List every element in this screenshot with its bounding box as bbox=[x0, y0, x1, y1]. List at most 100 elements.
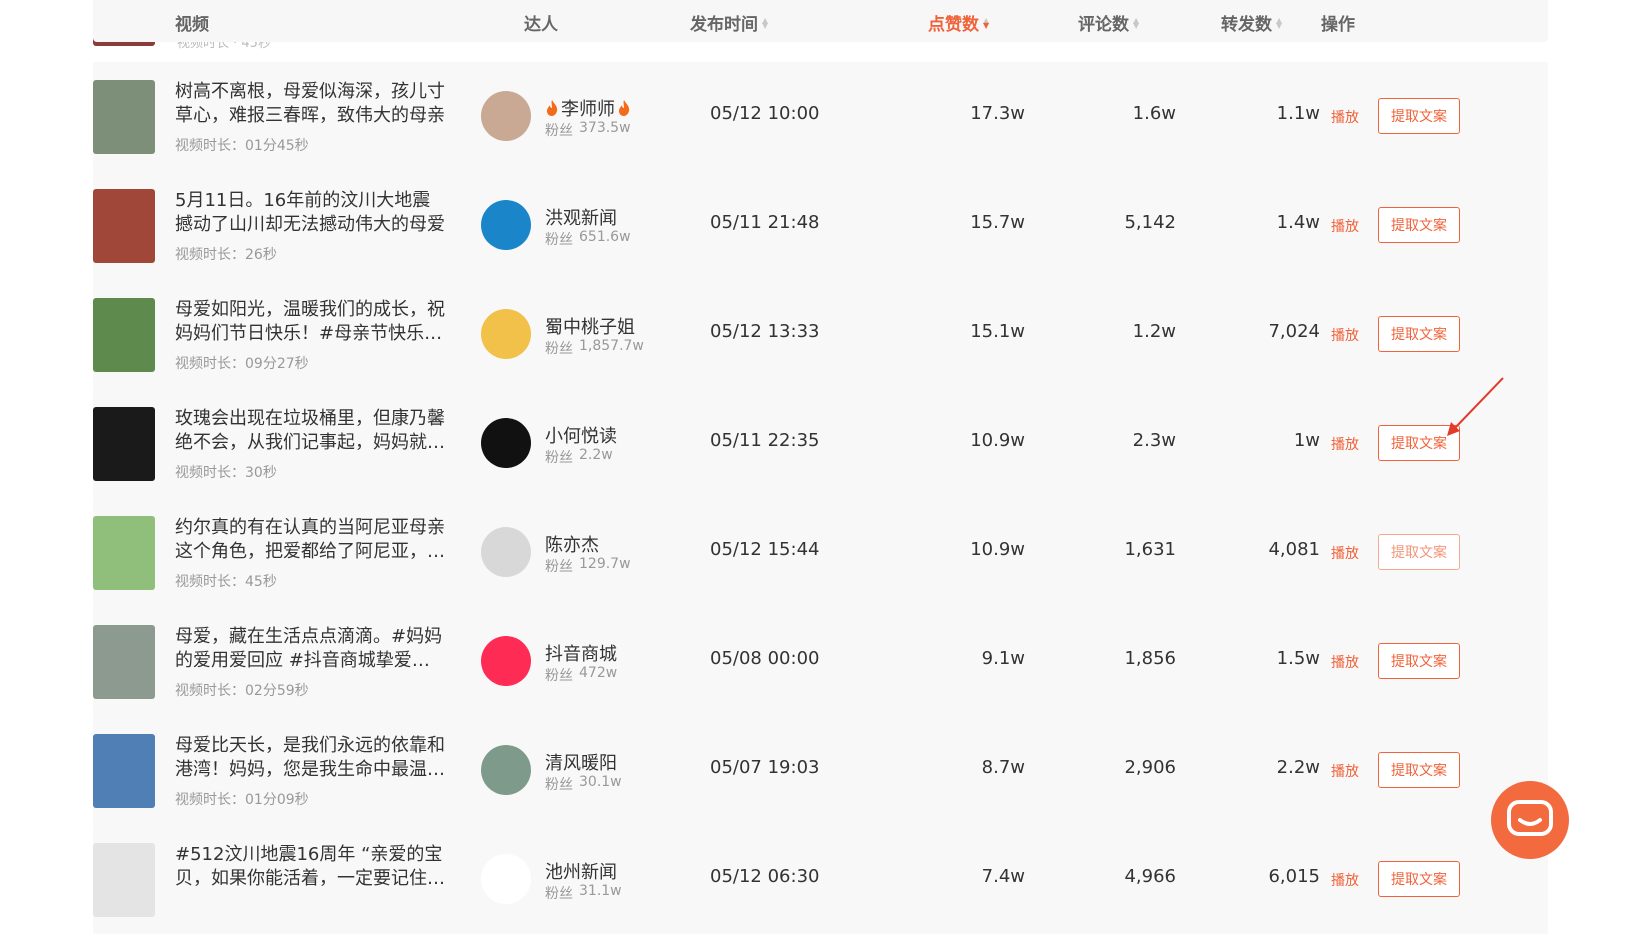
column-header-actions: 操作 bbox=[1321, 15, 1355, 35]
video-title[interactable]: 树高不离根，母爱似海深，孩儿寸草心，难报三春晖，致伟大的母亲 bbox=[175, 80, 445, 128]
creator-name[interactable]: 陈亦杰 bbox=[545, 531, 599, 557]
comments-count: 4,966 bbox=[1124, 866, 1176, 887]
creator-name[interactable]: 洪观新闻 bbox=[545, 204, 617, 230]
creator-fans: 粉丝 472w bbox=[545, 665, 618, 684]
table-row: 母爱，藏在生活点点滴滴。#妈妈的爱用爱回应 #抖音商城挚爱母亲节 视频时长：02… bbox=[93, 607, 1548, 716]
creator-name[interactable]: 蜀中桃子姐 bbox=[545, 313, 635, 339]
table-row: 玫瑰会出现在垃圾桶里，但康乃馨绝不会，从我们记事起，妈妈就一直在 视频时长：30… bbox=[93, 389, 1548, 498]
video-thumbnail[interactable] bbox=[93, 80, 155, 154]
likes-count: 9.1w bbox=[981, 648, 1025, 669]
table-row: 5月11日。16年前的汶川大地震 撼动了山川却无法撼动伟大的母爱 视频时长：26… bbox=[93, 171, 1548, 280]
likes-count: 15.7w bbox=[970, 212, 1025, 233]
avatar[interactable] bbox=[481, 418, 531, 468]
publish-time: 05/12 10:00 bbox=[710, 103, 820, 124]
shares-count: 4,081 bbox=[1268, 539, 1320, 560]
column-header-shares[interactable]: 转发数 ▲ ▼ bbox=[1221, 10, 1282, 35]
video-title[interactable]: 母爱，藏在生活点点滴滴。#妈妈的爱用爱回应 #抖音商城挚爱母亲节 bbox=[175, 625, 445, 673]
creator-fans: 粉丝 129.7w bbox=[545, 556, 631, 575]
extract-script-button[interactable]: 提取文案 bbox=[1378, 643, 1460, 679]
comments-count: 1.2w bbox=[1132, 321, 1176, 342]
video-thumbnail[interactable] bbox=[93, 734, 155, 808]
chat-support-button[interactable] bbox=[1491, 781, 1569, 859]
column-header-comments[interactable]: 评论数 ▲ ▼ bbox=[1078, 10, 1139, 35]
video-thumbnail[interactable] bbox=[93, 298, 155, 372]
play-button[interactable]: 播放 bbox=[1331, 325, 1359, 345]
avatar[interactable] bbox=[481, 745, 531, 795]
avatar[interactable] bbox=[481, 309, 531, 359]
extract-script-button[interactable]: 提取文案 bbox=[1378, 98, 1460, 134]
creator-name[interactable]: 池州新闻 bbox=[545, 858, 617, 884]
likes-count: 10.9w bbox=[970, 539, 1025, 560]
creator-name[interactable]: 小何悦读 bbox=[545, 422, 617, 448]
avatar[interactable] bbox=[481, 527, 531, 577]
play-button[interactable]: 播放 bbox=[1331, 434, 1359, 454]
video-title[interactable]: 玫瑰会出现在垃圾桶里，但康乃馨绝不会，从我们记事起，妈妈就一直在 bbox=[175, 407, 445, 455]
comments-count: 5,142 bbox=[1124, 212, 1176, 233]
video-thumbnail[interactable] bbox=[93, 843, 155, 917]
table-row: #512汶川地震16周年 “亲爱的宝贝，如果你能活着，一定要记住我爱你” 池州新… bbox=[93, 825, 1548, 934]
avatar[interactable] bbox=[481, 200, 531, 250]
video-duration: 视频时长：01分09秒 bbox=[175, 792, 309, 808]
extract-script-button[interactable]: 提取文案 bbox=[1378, 752, 1460, 788]
likes-count: 10.9w bbox=[970, 430, 1025, 451]
creator-fans: 粉丝 30.1w bbox=[545, 774, 622, 793]
video-duration: 视频时长：02分59秒 bbox=[175, 683, 309, 699]
shares-count: 1.4w bbox=[1276, 212, 1320, 233]
avatar[interactable] bbox=[481, 91, 531, 141]
video-title[interactable]: 5月11日。16年前的汶川大地震 撼动了山川却无法撼动伟大的母爱 bbox=[175, 189, 445, 237]
video-title[interactable]: 母爱比天长，是我们永远的依靠和港湾！妈妈，您是我生命中最温暖的光 bbox=[175, 734, 445, 782]
table-row: 树高不离根，母爱似海深，孩儿寸草心，难报三春晖，致伟大的母亲 视频时长：01分4… bbox=[93, 62, 1548, 171]
video-duration: 视频时长：26秒 bbox=[175, 247, 277, 263]
column-header-publish-time[interactable]: 发布时间 ▲ ▼ bbox=[690, 10, 768, 35]
likes-count: 7.4w bbox=[981, 866, 1025, 887]
likes-count: 15.1w bbox=[970, 321, 1025, 342]
play-button[interactable]: 播放 bbox=[1331, 543, 1359, 563]
creator-name[interactable]: 清风暖阳 bbox=[545, 749, 617, 775]
sort-arrows-icon[interactable]: ▲ ▼ bbox=[762, 16, 768, 29]
likes-count: 8.7w bbox=[981, 757, 1025, 778]
video-thumbnail[interactable] bbox=[93, 625, 155, 699]
video-thumbnail[interactable] bbox=[93, 516, 155, 590]
creator-name[interactable]: 抖音商城 bbox=[545, 640, 617, 666]
shares-count: 7,024 bbox=[1268, 321, 1320, 342]
table-header: 视频 达人 发布时间 ▲ ▼ 点赞数 ▲ ▼ 评论数 ▲ ▼ 转发数 ▲ ▼ 操作 bbox=[93, 0, 1548, 42]
comments-count: 1,631 bbox=[1124, 539, 1176, 560]
play-button[interactable]: 播放 bbox=[1331, 216, 1359, 236]
publish-time: 05/11 21:48 bbox=[710, 212, 820, 233]
sort-arrows-icon[interactable]: ▲ ▼ bbox=[983, 16, 989, 29]
shares-count: 6,015 bbox=[1268, 866, 1320, 887]
publish-time: 05/08 00:00 bbox=[710, 648, 820, 669]
avatar[interactable] bbox=[481, 636, 531, 686]
play-button[interactable]: 播放 bbox=[1331, 870, 1359, 890]
video-duration: 视频时长：30秒 bbox=[175, 465, 277, 481]
avatar[interactable] bbox=[481, 854, 531, 904]
column-header-likes[interactable]: 点赞数 ▲ ▼ bbox=[928, 10, 989, 35]
chat-bubble-icon bbox=[1507, 800, 1553, 836]
annotation-arrow-icon bbox=[1447, 377, 1504, 436]
sort-arrows-icon[interactable]: ▲ ▼ bbox=[1276, 16, 1282, 29]
column-header-video: 视频 bbox=[175, 15, 209, 35]
extract-script-button[interactable]: 提取文案 bbox=[1378, 534, 1460, 570]
video-title[interactable]: 约尔真的有在认真的当阿尼亚母亲这个角色，把爱都给了阿尼亚，真好 bbox=[175, 516, 445, 564]
video-title[interactable]: 母爱如阳光，温暖我们的成长，祝妈妈们节日快乐！#母亲节快乐 #母爱 bbox=[175, 298, 445, 346]
video-title[interactable]: #512汶川地震16周年 “亲爱的宝贝，如果你能活着，一定要记住我爱你” bbox=[175, 843, 445, 891]
extract-script-button[interactable]: 提取文案 bbox=[1378, 316, 1460, 352]
extract-script-button[interactable]: 提取文案 bbox=[1378, 861, 1460, 897]
shares-count: 1w bbox=[1293, 430, 1320, 451]
publish-time: 05/07 19:03 bbox=[710, 757, 820, 778]
flame-icon bbox=[619, 100, 630, 116]
video-thumbnail[interactable] bbox=[93, 407, 155, 481]
comments-count: 1.6w bbox=[1132, 103, 1176, 124]
creator-name[interactable]: 李师师 bbox=[545, 95, 631, 121]
sort-arrows-icon[interactable]: ▲ ▼ bbox=[1133, 16, 1139, 29]
video-duration: 视频时长：45秒 bbox=[175, 574, 277, 590]
extract-script-button[interactable]: 提取文案 bbox=[1378, 207, 1460, 243]
video-thumbnail[interactable] bbox=[93, 189, 155, 263]
creator-fans: 粉丝 651.6w bbox=[545, 229, 631, 248]
table-row: 约尔真的有在认真的当阿尼亚母亲这个角色，把爱都给了阿尼亚，真好 视频时长：45秒… bbox=[93, 498, 1548, 607]
play-button[interactable]: 播放 bbox=[1331, 652, 1359, 672]
play-button[interactable]: 播放 bbox=[1331, 107, 1359, 127]
flame-icon bbox=[547, 100, 558, 116]
comments-count: 1,856 bbox=[1124, 648, 1176, 669]
play-button[interactable]: 播放 bbox=[1331, 761, 1359, 781]
